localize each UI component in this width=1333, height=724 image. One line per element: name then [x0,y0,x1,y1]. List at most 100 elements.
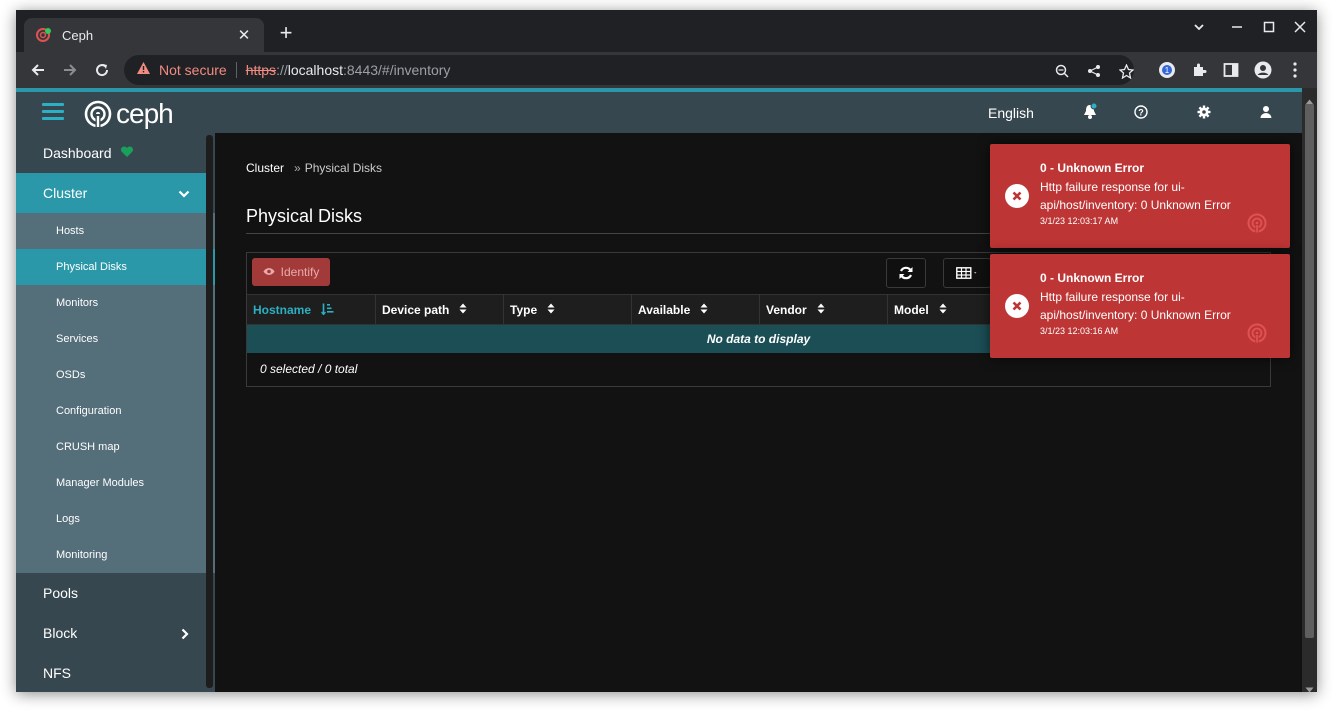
sidebar-item-dashboard[interactable]: Dashboard [16,133,206,173]
sidebar-item-monitors[interactable]: Monitors [16,285,215,321]
breadcrumb-current: Physical Disks [304,161,383,175]
breadcrumb: Cluster » Physical Disks [246,161,382,175]
chevron-right-icon [180,627,190,643]
bookmark-star-icon[interactable] [1116,61,1136,81]
sidebar-item-cluster[interactable]: Cluster [16,173,206,213]
columns-toggle-button[interactable] [943,258,991,288]
page-title: Physical Disks [246,206,363,226]
toast-message: Http failure response for ui-api/host/in… [1040,180,1231,212]
new-tab-icon[interactable]: + [274,22,298,46]
error-toast[interactable]: 0 - Unknown Error Http failure response … [990,144,1290,248]
toast-timestamp: 3/1/23 12:03:16 AM [1040,326,1119,336]
logo-text: ceph [116,98,174,129]
browser-toolbar: Not secure https://localhost:8443/#/inve… [16,52,1317,88]
sidebar-item-block[interactable]: Block [16,613,206,653]
column-label: Device path [382,303,450,317]
ceph-logo[interactable]: ceph [84,98,174,130]
column-hostname[interactable]: Hostname [247,295,376,325]
warning-icon[interactable] [136,61,151,80]
address-bar[interactable]: Not secure https://localhost:8443/#/inve… [124,55,1134,85]
security-label[interactable]: Not secure [159,62,227,78]
close-window-icon[interactable] [1288,20,1312,36]
forward-icon[interactable] [58,58,82,82]
sidebar-item-label: Cluster [43,185,88,201]
browser-menu-icon[interactable] [1284,59,1306,81]
sidebar-item-configuration[interactable]: Configuration [16,393,215,429]
tab-title: Ceph [62,27,94,43]
settings-gear-icon[interactable] [1195,103,1213,121]
table-columns-icon [956,267,977,279]
svg-text:1: 1 [1165,66,1170,75]
error-circle-icon [1005,294,1029,318]
profile-icon[interactable] [1252,59,1274,81]
identify-button[interactable]: Identify [252,258,330,286]
sidebar-item-services[interactable]: Services [16,321,215,357]
column-device-path[interactable]: Device path [376,295,504,325]
sidebar-item-osds[interactable]: OSDs [16,357,215,393]
ceph-favicon-icon [36,27,52,43]
notifications-bell-icon[interactable] [1081,103,1099,121]
back-icon[interactable] [26,58,50,82]
ceph-logo-icon [1247,213,1267,238]
sidebar-item-hosts[interactable]: Hosts [16,213,215,249]
hamburger-menu-icon[interactable] [42,103,64,121]
page-scrollbar[interactable] [1302,88,1317,692]
sidebar-item-logs[interactable]: Logs [16,501,215,537]
chevron-down-icon [178,186,190,202]
sort-icon [939,303,947,317]
ceph-logo-icon [1247,323,1267,348]
sidebar-item-label: NFS [43,665,71,681]
side-panel-icon[interactable] [1220,59,1242,81]
toast-message: Http failure response for ui-api/host/in… [1040,290,1231,322]
refresh-button[interactable] [886,258,926,288]
column-available[interactable]: Available [632,295,760,325]
sort-icon [817,303,825,317]
sidebar-item-crush-map[interactable]: CRUSH map [16,429,215,465]
minimize-icon[interactable] [1225,20,1249,36]
omnibox-divider [235,62,237,78]
error-toast[interactable]: 0 - Unknown Error Http failure response … [990,254,1290,358]
url-separator: :// [276,62,288,78]
breadcrumb-separator-icon: » [294,161,301,175]
sidebar-item-label: Block [43,625,78,641]
tab-search-icon[interactable] [1187,20,1211,36]
url-text[interactable]: https://localhost:8443/#/inventory [246,62,451,78]
heart-health-icon [120,145,134,161]
language-selector[interactable]: English [988,105,1034,121]
reload-icon[interactable] [90,58,114,82]
share-icon[interactable] [1084,61,1104,81]
column-type[interactable]: Type [504,295,632,325]
toast-title: 0 - Unknown Error [1040,161,1145,175]
extensions-puzzle-icon[interactable] [1188,59,1210,81]
browser-window: Ceph ✕ + Not secure https://localhost:84… [16,10,1317,692]
sidebar-item-pools[interactable]: Pools [16,573,206,613]
zoom-icon[interactable] [1052,61,1072,81]
user-icon[interactable] [1257,103,1275,121]
url-scheme: https [245,62,277,78]
column-label: Model [894,303,929,317]
maximize-icon[interactable] [1257,20,1281,36]
tab-strip: Ceph ✕ + [16,10,1317,52]
scroll-down-icon[interactable] [1305,680,1314,692]
url-host: localhost [287,62,343,78]
extension-icon[interactable]: 1 [1156,59,1178,81]
column-label: Vendor [766,303,807,317]
column-vendor[interactable]: Vendor [760,295,888,325]
sidebar-scrollbar[interactable] [206,135,213,688]
sidebar-item-physical-disks[interactable]: Physical Disks [16,249,215,285]
sidebar-item-nfs[interactable]: NFS [16,653,206,692]
sidebar-item-label: Pools [43,585,79,601]
selection-count: 0 selected / 0 total [260,362,358,376]
help-icon[interactable]: ? [1132,103,1150,121]
sidebar: Dashboard Cluster Hosts Physical Disks M… [16,133,215,692]
sidebar-item-manager-modules[interactable]: Manager Modules [16,465,215,501]
browser-tab[interactable]: Ceph ✕ [24,18,264,52]
breadcrumb-cluster[interactable]: Cluster [246,161,284,175]
url-path: :8443/#/inventory [343,62,451,78]
scrollbar-thumb[interactable] [1305,104,1314,638]
tab-close-icon[interactable]: ✕ [236,26,252,44]
refresh-icon [899,266,913,280]
sidebar-item-monitoring[interactable]: Monitoring [16,537,215,573]
sort-icon [547,303,555,317]
column-label: Type [510,303,538,317]
